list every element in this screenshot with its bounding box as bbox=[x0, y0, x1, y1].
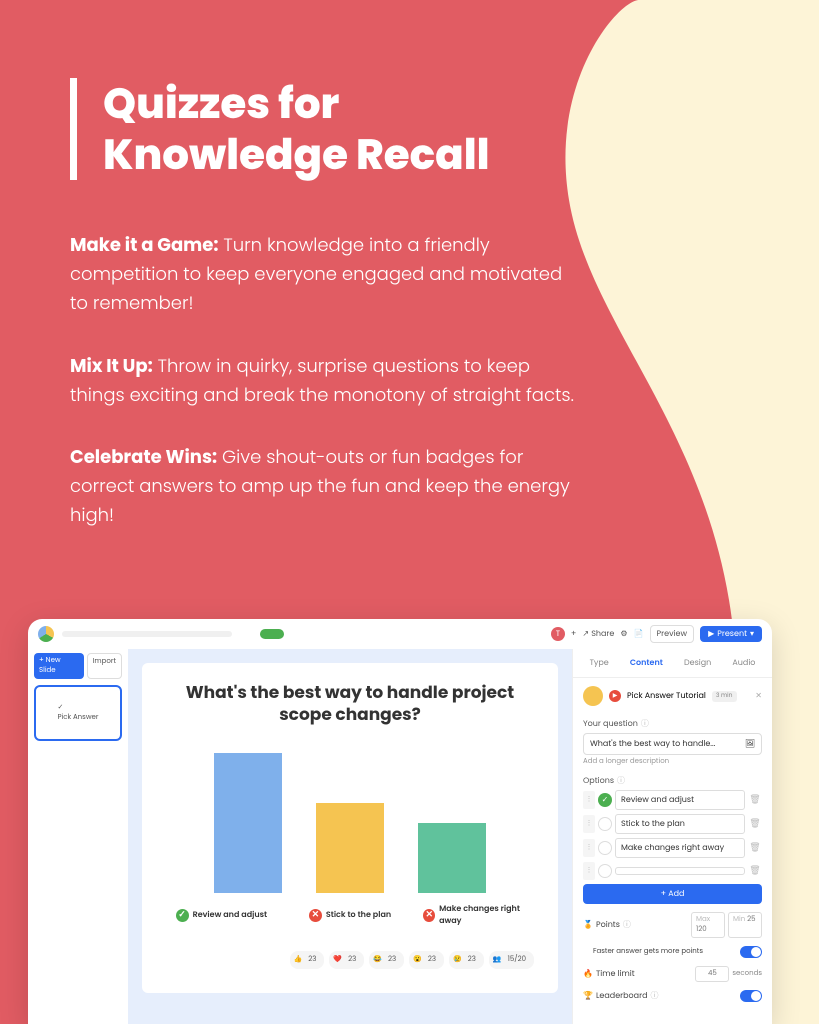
bar-make-changes bbox=[418, 823, 486, 893]
progress-line bbox=[62, 631, 232, 637]
drag-handle-icon[interactable]: ⋮ bbox=[583, 791, 595, 809]
delete-icon[interactable]: 🗑 bbox=[748, 793, 762, 807]
correct-check-icon[interactable]: ✓ bbox=[598, 793, 612, 807]
import-button[interactable]: Import bbox=[87, 653, 122, 679]
slide-question-title: What's the best way to handle project sc… bbox=[166, 681, 534, 725]
question-input[interactable]: What's the best way to handle...🖼 bbox=[583, 733, 762, 755]
app-topbar: T + ↗ Share ⚙ 📄 Preview ▶ Present ▾ bbox=[28, 619, 772, 649]
slide-sidebar: + New Slide Import ✓Pick Answer bbox=[28, 649, 128, 1024]
points-row: 🏅Points ⓘ Max 120 Min 25 bbox=[573, 908, 772, 942]
present-button[interactable]: ▶ Present ▾ bbox=[700, 626, 762, 642]
gear-icon[interactable]: ⚙ bbox=[620, 628, 627, 640]
bar-chart bbox=[166, 743, 534, 893]
doc-icon[interactable]: 📄 bbox=[634, 628, 644, 640]
flame-icon: 🔥 bbox=[583, 968, 593, 980]
your-question-label: Your question ⓘ bbox=[583, 718, 762, 730]
option-label-1: ✓Review and adjust bbox=[166, 903, 277, 927]
correct-toggle[interactable] bbox=[598, 841, 612, 855]
correct-toggle[interactable] bbox=[598, 817, 612, 831]
heading-block: Quizzes for Knowledge Recall bbox=[70, 78, 749, 180]
bar-stick-plan bbox=[316, 803, 384, 893]
tip-mix-up: Mix It Up: Throw in quirky, surprise que… bbox=[70, 353, 580, 411]
reaction-like[interactable]: 👍 23 bbox=[290, 951, 325, 969]
image-icon[interactable]: 🖼 bbox=[745, 738, 755, 750]
correct-toggle[interactable] bbox=[598, 864, 612, 878]
faster-toggle[interactable] bbox=[740, 946, 762, 958]
slide-thumbnail[interactable]: ✓Pick Answer bbox=[34, 685, 122, 741]
cross-icon: ✕ bbox=[423, 909, 435, 922]
content-wrapper: Quizzes for Knowledge Recall Make it a G… bbox=[0, 0, 819, 531]
preview-button[interactable]: Preview bbox=[650, 625, 695, 643]
add-option-button[interactable]: + Add bbox=[583, 884, 762, 904]
faster-answer-row: Faster answer gets more points bbox=[573, 942, 772, 962]
leaderboard-row: 🏆Leaderboard ⓘ bbox=[573, 986, 772, 1006]
check-icon: ✓ bbox=[176, 909, 189, 922]
time-limit-row: 🔥Time limit 45 seconds bbox=[573, 962, 772, 986]
user-avatar[interactable]: T bbox=[551, 627, 565, 641]
option-input-2[interactable]: Stick to the plan bbox=[615, 814, 745, 834]
app-logo-icon[interactable] bbox=[38, 626, 54, 642]
tip-make-game: Make it a Game: Turn knowledge into a fr… bbox=[70, 232, 580, 318]
tab-type[interactable]: Type bbox=[590, 657, 609, 669]
points-min-input[interactable]: Min 25 bbox=[728, 912, 762, 938]
leaderboard-toggle[interactable] bbox=[740, 990, 762, 1002]
reaction-wow[interactable]: 😮 23 bbox=[409, 951, 444, 969]
delete-icon[interactable]: 🗑 bbox=[748, 864, 762, 878]
delete-icon[interactable]: 🗑 bbox=[748, 841, 762, 855]
bar-review-adjust bbox=[214, 753, 282, 893]
reaction-sad[interactable]: 😢 23 bbox=[449, 951, 484, 969]
option-row-2: ⋮ Stick to the plan 🗑 bbox=[583, 814, 762, 834]
add-description-link[interactable]: Add a longer description bbox=[583, 757, 762, 767]
option-row-4: ⋮ 🗑 bbox=[583, 862, 762, 880]
page-title: Quizzes for Knowledge Recall bbox=[103, 78, 749, 180]
drag-handle-icon[interactable]: ⋮ bbox=[583, 839, 595, 857]
tip-celebrate: Celebrate Wins: Give shout-outs or fun b… bbox=[70, 444, 580, 530]
reaction-laugh[interactable]: 😂 23 bbox=[369, 951, 404, 969]
reaction-heart[interactable]: ❤️ 23 bbox=[329, 951, 364, 969]
award-icon: 🏅 bbox=[583, 919, 593, 931]
drag-handle-icon[interactable]: ⋮ bbox=[583, 815, 595, 833]
tutorial-duration: 3 min bbox=[712, 691, 737, 702]
share-button[interactable]: ↗ Share bbox=[582, 628, 614, 640]
slide-card[interactable]: What's the best way to handle project sc… bbox=[142, 663, 558, 993]
points-max-input[interactable]: Max 120 bbox=[691, 912, 725, 938]
option-label-3: ✕Make changes right away bbox=[423, 903, 534, 927]
slide-canvas: What's the best way to handle project sc… bbox=[128, 649, 572, 1024]
option-input-1[interactable]: Review and adjust bbox=[615, 790, 745, 810]
option-input-4[interactable] bbox=[615, 867, 745, 875]
close-icon[interactable]: ✕ bbox=[755, 690, 762, 702]
tab-content[interactable]: Content bbox=[630, 657, 663, 669]
option-input-3[interactable]: Make changes right away bbox=[615, 838, 745, 858]
play-icon: ▶ bbox=[609, 690, 621, 702]
panel-tabs: Type Content Design Audio bbox=[573, 649, 772, 678]
tab-audio[interactable]: Audio bbox=[732, 657, 755, 669]
participant-count: 👥 15/20 bbox=[489, 951, 534, 969]
tab-design[interactable]: Design bbox=[684, 657, 711, 669]
drag-handle-icon[interactable]: ⋮ bbox=[583, 862, 595, 880]
reactions-bar: 👍 23 ❤️ 23 😂 23 😮 23 😢 23 👥 15/20 bbox=[166, 951, 534, 969]
options-label: Options ⓘ bbox=[583, 775, 762, 787]
new-slide-button[interactable]: + New Slide bbox=[34, 653, 84, 679]
option-row-3: ⋮ Make changes right away 🗑 bbox=[583, 838, 762, 858]
app-screenshot: T + ↗ Share ⚙ 📄 Preview ▶ Present ▾ + Ne… bbox=[28, 619, 772, 1024]
delete-icon[interactable]: 🗑 bbox=[748, 817, 762, 831]
add-user-button[interactable]: + bbox=[571, 628, 576, 640]
cross-icon: ✕ bbox=[309, 909, 322, 922]
tutorial-title: Pick Answer Tutorial bbox=[627, 690, 706, 702]
time-input[interactable]: 45 bbox=[695, 966, 729, 982]
settings-panel: Type Content Design Audio ▶ Pick Answer … bbox=[572, 649, 772, 1024]
trophy-icon: 🏆 bbox=[583, 990, 593, 1002]
status-badge bbox=[260, 629, 284, 639]
tutorial-row[interactable]: ▶ Pick Answer Tutorial 3 min ✕ bbox=[573, 678, 772, 714]
option-label-2: ✕Stick to the plan bbox=[295, 903, 406, 927]
option-row-1: ⋮ ✓ Review and adjust 🗑 bbox=[583, 790, 762, 810]
tutorial-avatar bbox=[583, 686, 603, 706]
